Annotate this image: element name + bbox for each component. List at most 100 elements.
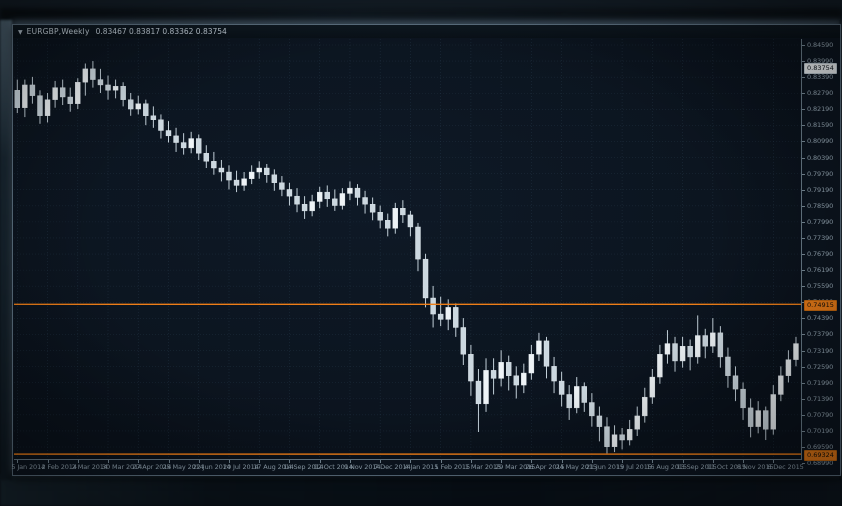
candlestick-chart-svg <box>14 39 801 459</box>
candlestick <box>748 408 753 427</box>
candlestick <box>446 307 451 319</box>
price-axis-tick <box>802 222 805 223</box>
candlestick <box>279 183 284 190</box>
candlestick <box>226 172 231 180</box>
candlestick <box>60 88 65 97</box>
chart-ohlc-values: 0.83467 0.83817 0.83362 0.83754 <box>96 27 227 36</box>
price-axis-tick <box>802 61 805 62</box>
price-axis-label: 0.76190 <box>807 266 833 274</box>
candlestick <box>22 85 27 108</box>
candlestick <box>45 100 50 116</box>
price-axis-tick <box>802 109 805 110</box>
candlestick <box>249 172 254 179</box>
price-axis-tick <box>802 190 805 191</box>
candlestick <box>37 96 42 116</box>
price-axis-tick <box>802 206 805 207</box>
candlestick <box>461 327 466 354</box>
candlestick <box>725 357 730 376</box>
candlestick <box>665 344 670 355</box>
candlestick <box>75 82 80 103</box>
candlestick <box>484 370 489 404</box>
price-axis-tick <box>802 447 805 448</box>
candlestick <box>703 336 708 347</box>
candlestick <box>552 366 557 381</box>
candlestick <box>370 204 375 212</box>
candlestick <box>400 208 405 215</box>
price-axis-label: 0.76790 <box>807 250 833 258</box>
candlestick <box>90 69 95 80</box>
screen-background: ▼ EURGBP,Weekly 0.83467 0.83817 0.83362 0.… <box>0 0 842 506</box>
price-axis-label: 0.74390 <box>807 314 833 322</box>
price-axis-label: 0.81590 <box>807 121 833 129</box>
candlestick <box>642 397 647 416</box>
price-axis-label: 0.79790 <box>807 170 833 178</box>
candlestick <box>98 80 103 85</box>
candlestick <box>763 411 768 430</box>
time-axis[interactable]: 5 Jan 20142 Feb 20142 Mar 201430 Mar 201… <box>14 460 801 474</box>
candlestick <box>385 220 390 228</box>
time-axis-label: 4 Jan 2015 <box>404 463 438 471</box>
candlestick <box>166 130 171 135</box>
level-price-tag: 0.74915 <box>804 300 837 311</box>
candlestick <box>567 394 572 407</box>
candlestick <box>771 394 776 429</box>
price-axis[interactable]: 0.845900.839900.833900.827900.821900.815… <box>802 39 840 475</box>
price-axis-tick <box>802 125 805 126</box>
price-axis-label: 0.79190 <box>807 186 833 194</box>
candlestick <box>650 377 655 397</box>
candlestick <box>582 386 587 402</box>
backdrop-bottom-band <box>0 474 842 506</box>
chart-plot-area[interactable] <box>14 39 802 460</box>
candlestick <box>158 120 163 131</box>
candlestick <box>408 215 413 227</box>
candlestick <box>106 85 111 90</box>
candlestick <box>363 197 368 204</box>
candlestick <box>219 168 224 172</box>
candlestick <box>438 314 443 319</box>
candlestick <box>673 344 678 361</box>
candlestick <box>68 97 73 104</box>
price-axis-tick <box>802 415 805 416</box>
candlestick <box>778 376 783 395</box>
level-price-tag: 0.69324 <box>804 450 837 461</box>
candlestick <box>143 104 148 116</box>
candlestick <box>174 136 179 143</box>
chart-window: ▼ EURGBP,Weekly 0.83467 0.83817 0.83362 0.… <box>12 24 841 476</box>
price-axis-tick <box>802 93 805 94</box>
candlestick <box>355 188 360 197</box>
price-axis-tick <box>802 141 805 142</box>
price-axis-label: 0.80390 <box>807 154 833 162</box>
price-axis-tick <box>802 367 805 368</box>
candlestick <box>514 376 519 385</box>
backdrop-left-band <box>0 20 12 480</box>
price-axis-label: 0.75590 <box>807 282 833 290</box>
candlestick <box>627 429 632 440</box>
candlestick <box>468 354 473 381</box>
price-axis-label: 0.73190 <box>807 347 833 355</box>
candlestick <box>347 188 352 193</box>
candlestick <box>53 88 58 100</box>
candlestick <box>234 180 239 185</box>
time-axis-label: 6 Dec 2015 <box>767 463 803 471</box>
candlestick <box>15 90 20 107</box>
candlestick <box>211 161 216 168</box>
candlestick <box>415 227 420 259</box>
collapse-arrow-icon[interactable]: ▼ <box>18 26 23 39</box>
candlestick <box>635 416 640 429</box>
price-axis-label: 0.71390 <box>807 395 833 403</box>
time-axis-label: 5 Jan 2014 <box>11 463 45 471</box>
chart-symbol-period: EURGBP,Weekly <box>27 27 90 36</box>
candlestick <box>332 199 337 206</box>
candlestick <box>378 212 383 220</box>
candlestick <box>113 86 118 90</box>
candlestick <box>242 179 247 186</box>
price-axis-tick <box>802 286 805 287</box>
candlestick <box>574 386 579 407</box>
candlestick <box>181 143 186 148</box>
price-axis-tick <box>802 270 805 271</box>
candlestick <box>423 259 428 298</box>
price-axis-label: 0.82190 <box>807 105 833 113</box>
price-axis-label: 0.84590 <box>807 41 833 49</box>
candlestick <box>733 376 738 389</box>
candlestick <box>317 192 322 201</box>
